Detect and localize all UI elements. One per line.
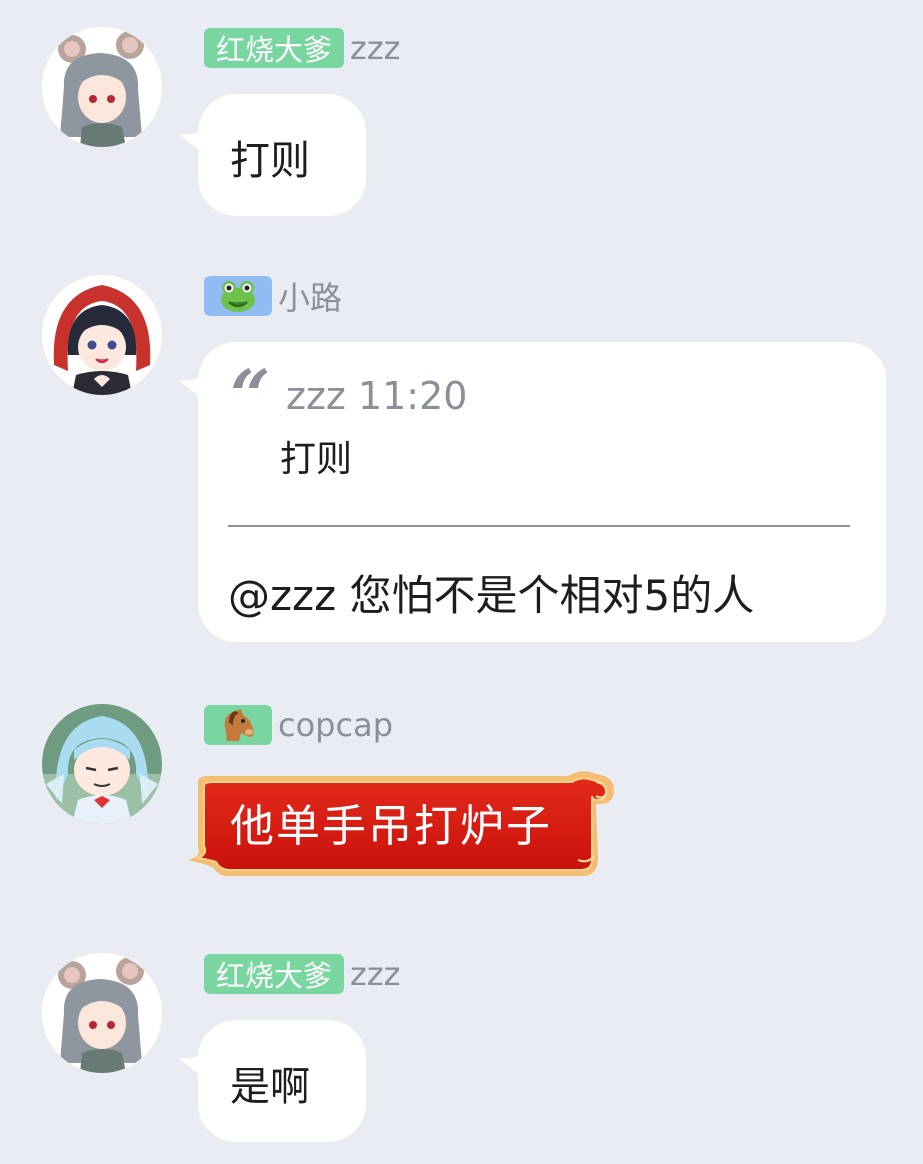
quote-time: 11:20 <box>357 374 468 418</box>
quote-text: 打则 <box>280 439 353 480</box>
reply-bubble[interactable]: “ zzz 11:20 打则 @zzz 您怕不是个相对5的人 <box>198 342 886 642</box>
message-text: @zzz 您怕不是个相对5的人 <box>228 571 755 620</box>
message-text: 打则 <box>230 138 310 184</box>
avatar[interactable] <box>42 953 162 1073</box>
frog-icon <box>221 281 255 312</box>
title-badge: 红烧大爹 <box>204 28 345 68</box>
quote-header: zzz 11:20 <box>286 374 467 418</box>
quote-icon: “ <box>230 354 271 437</box>
horse-icon <box>224 709 254 741</box>
sender-row: 小路 <box>204 275 342 317</box>
themed-message-bubble[interactable]: 他单手吊打炉子 <box>168 768 633 886</box>
avatar[interactable] <box>42 27 162 147</box>
username[interactable]: 小路 <box>278 273 342 319</box>
title-badge <box>204 276 272 316</box>
sender-row: 红烧大爹 zzz <box>204 953 400 995</box>
avatar-mouse-girl-icon <box>42 953 162 1073</box>
username[interactable]: zzz <box>350 955 400 993</box>
avatar-mouse-girl-icon <box>42 27 162 147</box>
sender-row: 红烧大爹 zzz <box>204 27 400 69</box>
message-bubble[interactable]: 是啊 <box>198 1020 366 1142</box>
message-bubble[interactable]: 打则 <box>198 94 366 216</box>
avatar[interactable] <box>42 275 162 395</box>
avatar[interactable] <box>42 704 162 824</box>
avatar-red-hood-girl-icon <box>42 275 162 395</box>
username[interactable]: copcap <box>278 706 393 744</box>
sender-row: copcap <box>204 704 393 746</box>
message-text: 他单手吊打炉子 <box>230 801 552 852</box>
title-badge <box>204 705 272 745</box>
title-badge: 红烧大爹 <box>204 954 345 994</box>
quote-divider <box>228 525 850 527</box>
avatar-ice-fairy-icon <box>42 704 162 824</box>
quote-author: zzz <box>286 374 346 418</box>
username[interactable]: zzz <box>350 29 400 67</box>
message-text: 是啊 <box>230 1064 310 1110</box>
